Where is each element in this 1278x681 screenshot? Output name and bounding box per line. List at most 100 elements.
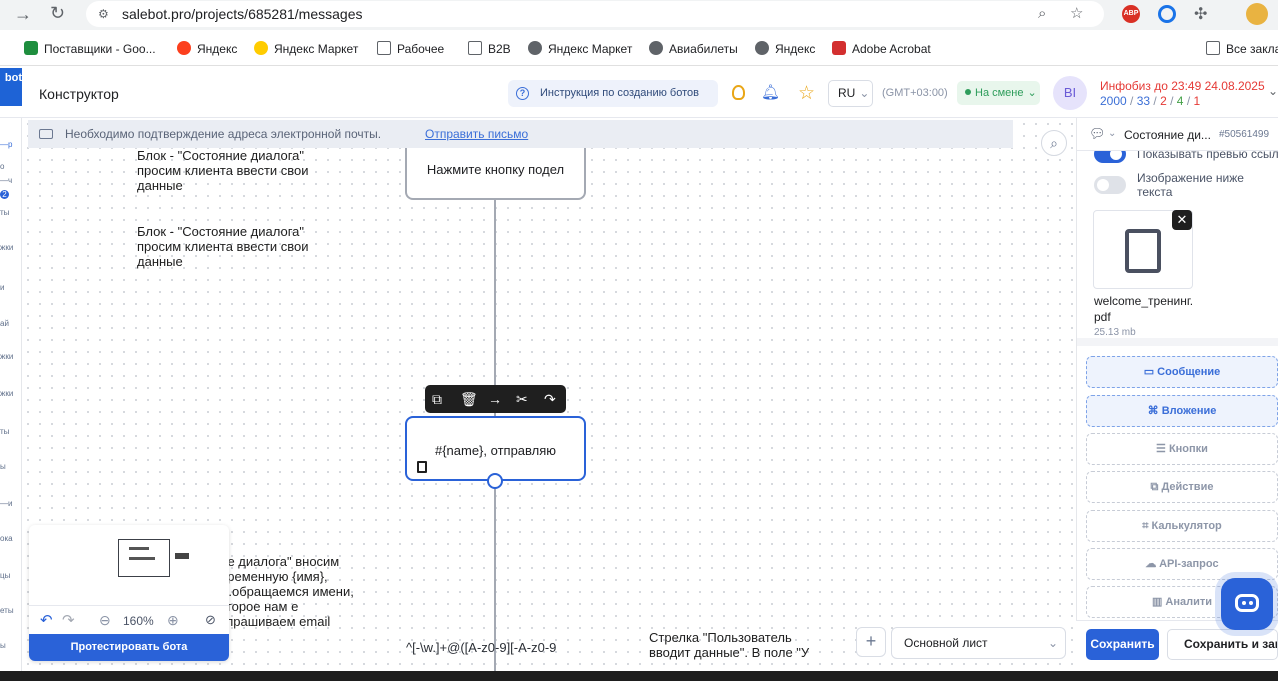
redo-icon[interactable]: ↷ [62,611,75,629]
comment-text[interactable]: Блок - "Состояние диалога" просим клиент… [137,224,347,269]
status-select[interactable]: На смене ⌄ [957,81,1040,105]
comment-text[interactable]: Блок - "Состояние диалога" просим клиент… [137,148,347,193]
globe-icon [755,41,769,55]
divider [1077,338,1278,346]
help-icon: ? [516,87,529,100]
sidebar-item[interactable]: о [0,162,20,171]
reload-icon[interactable]: ↻ [50,3,65,24]
lightbulb-icon[interactable] [732,85,745,100]
trash-icon[interactable]: 🗑︎ [460,385,478,413]
test-bot-button[interactable]: Протестировать бота [29,634,229,661]
bookmark-item[interactable]: Яндекс Маркет [254,40,358,58]
sidebar-item[interactable]: жки [0,243,20,252]
extension-globe-icon[interactable] [1158,5,1176,23]
bookmark-item[interactable]: Яндекс [755,40,815,58]
add-attachment-button[interactable]: ⌘ Вложение [1086,395,1278,427]
sheet-select[interactable]: Основной лист ⌄ [891,627,1066,659]
bookmark-item[interactable]: Авиабилеты [649,40,738,58]
sidebar-item[interactable]: ока [0,534,20,543]
url-text: salebot.pro/projects/685281/messages [122,6,363,22]
sidebar-item[interactable]: —р [0,140,20,149]
sidebar-item[interactable]: жки [0,352,20,361]
share-icon[interactable]: ↷ [544,385,556,413]
robot-icon [1235,594,1259,612]
chevron-down-icon[interactable]: ⌄ [1108,128,1116,139]
avatar[interactable]: BI [1053,76,1087,110]
hide-eye-icon[interactable]: ⊘ [205,612,216,628]
scissors-icon[interactable]: ✂ [516,385,528,413]
sidebar-item[interactable]: ты [0,427,20,436]
document-icon [1125,229,1161,273]
instruction-button[interactable]: ? Инструкция по созданию ботов [508,80,718,107]
chevron-down-icon: ⌄ [1027,87,1037,99]
add-api-request-button[interactable]: ☁ API-запрос [1086,548,1278,580]
sidebar-item[interactable]: —и [0,499,20,508]
add-message-button[interactable]: ▭ Сообщение [1086,356,1278,388]
chevron-down-icon[interactable]: ⌄ [1268,84,1278,98]
arrow-right-icon[interactable]: → [488,385,502,413]
block-id: #50561499 [1219,129,1270,140]
chat-bubble-icon: 💬︎ [1089,126,1106,141]
assistant-bot-button[interactable] [1221,578,1273,630]
sidebar-item[interactable]: еты [0,606,20,615]
zoom-in-icon[interactable]: ⊕ [167,612,179,629]
profile-avatar-icon[interactable] [1246,3,1268,25]
add-buttons-button[interactable]: ☰ Кнопки [1086,433,1278,465]
message-block-selected[interactable]: #{name}, отправляю [405,416,586,481]
robot-eye [1242,601,1246,605]
chevron-down-icon: ⌄ [859,86,870,100]
comment-text[interactable]: ние диалога" вносим переменную {имя}, т.… [213,554,383,629]
undo-icon[interactable]: ↶ [40,611,53,629]
extensions-puzzle-icon[interactable]: ✣ [1194,4,1207,24]
add-action-button[interactable]: ⧉ Действие [1086,471,1278,503]
bookmark-folder[interactable]: Рабочее [377,40,444,58]
star-favorite-icon[interactable]: ☆ [798,82,815,105]
add-sheet-button[interactable]: + [856,627,886,657]
close-icon[interactable]: ✕ [1172,210,1192,230]
bell-icon[interactable]: 🔔︎ [761,83,780,101]
chevron-down-icon: ⌄ [1048,636,1059,650]
add-calculator-button[interactable]: ⌗ Калькулятор [1086,510,1278,542]
save-button[interactable]: Сохранить [1086,629,1159,660]
canvas-search-button[interactable]: ⌕ [1041,130,1067,156]
sidebar-item[interactable]: ай [0,319,20,328]
regex-text[interactable]: ^[-\w.]+@([A-z0-9][-A-z0-9 [406,640,591,655]
site-info-icon[interactable]: ⚙ [98,1,109,27]
sidebar-item[interactable]: и [0,283,20,292]
message-block[interactable]: Нажмите кнопку подел [405,148,586,200]
star-icon[interactable]: ☆ [1070,1,1083,27]
mail-icon [39,129,53,139]
zoom-out-icon[interactable]: ⊖ [99,612,111,629]
bookmark-item[interactable]: Яндекс [177,40,237,58]
bookmark-item[interactable]: Поставщики - Goo... [24,40,156,58]
send-email-link[interactable]: Отправить письмо [425,120,528,148]
toggle-knob [1110,151,1122,160]
adblock-icon[interactable]: ABP [1122,5,1140,23]
forward-icon[interactable]: → [14,4,32,25]
action-icon: ⧉ [1150,481,1162,493]
comment-text[interactable]: Стрелка "Пользователь вводит данные". В … [649,630,821,671]
url-bar[interactable]: ⚙ salebot.pro/projects/685281/messages ⌕… [86,1,1104,27]
language-select[interactable]: RU ⌄ [828,80,873,107]
copy-icon[interactable]: ⧉ [432,385,442,413]
bookmark-item[interactable]: Adobe Acrobat [832,40,931,58]
tariff-info: Инфобиз до 23:49 24.08.2025 [1100,79,1265,93]
sheets-icon [24,41,38,55]
save-and-close-button[interactable]: Сохранить и закр [1167,629,1278,660]
image-below-toggle[interactable] [1094,176,1126,194]
zoom-icon[interactable]: ⌕ [1038,1,1046,27]
sidebar-item[interactable]: —ч [0,176,20,185]
flow-canvas[interactable]: Необходимо подтверждение адреса электрон… [22,118,1076,671]
bookmark-item[interactable]: Яндекс Маркет [528,40,632,58]
app-logo[interactable]: bot [0,68,22,106]
connection-handle[interactable] [487,473,503,489]
folder-icon [1206,41,1220,55]
preview-toggle[interactable] [1094,151,1126,163]
sidebar-item[interactable]: жки [0,389,20,398]
sidebar-item[interactable]: ты [0,208,20,217]
bookmark-folder[interactable]: B2B [468,40,511,58]
bookmark-folder[interactable]: Все закла [1206,40,1278,58]
sidebar-item[interactable]: ы [0,462,20,471]
sidebar-item[interactable]: цы [0,571,20,580]
sidebar-item[interactable]: ы [0,641,20,650]
